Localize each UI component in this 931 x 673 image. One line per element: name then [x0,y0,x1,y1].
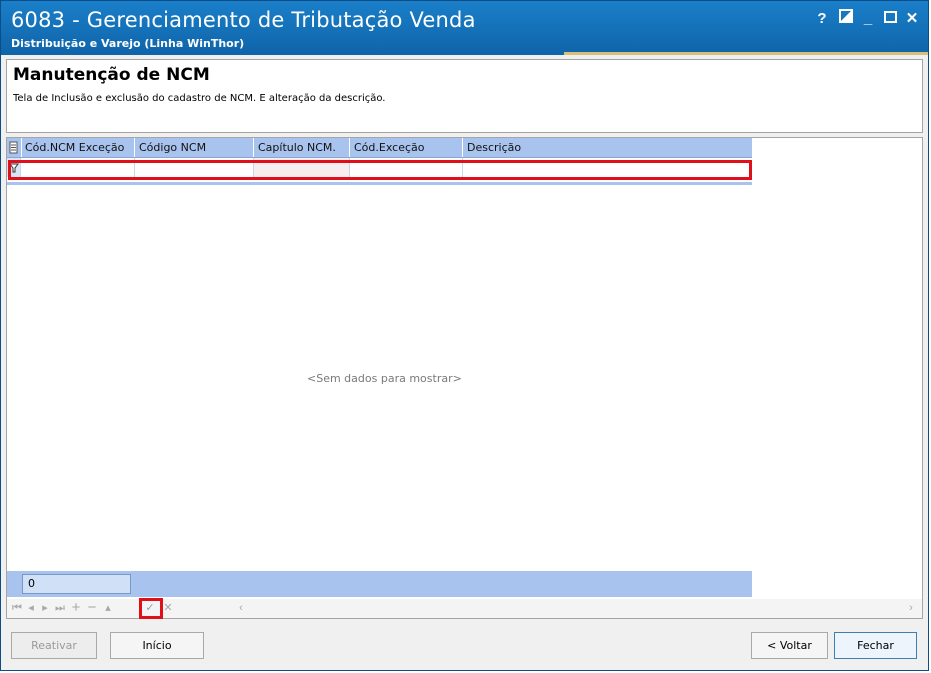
application-window: 6083 - Gerenciamento de Tributação Venda… [0,0,929,671]
column-header-codigo-ncm[interactable]: Código NCM [135,138,254,157]
page-title: Manutenção de NCM [13,65,210,85]
page-description: Tela de Inclusão e exclusão do cadastro … [13,93,386,104]
maximize-icon [883,11,897,23]
delete-record-icon[interactable]: − [85,600,99,616]
inicio-button[interactable]: Início [110,632,204,659]
restore-layout-button[interactable] [835,9,857,29]
first-record-icon[interactable]: ⏮ [11,600,23,616]
ncm-grid[interactable]: Cód.NCM Exceção Código NCM Capítulo NCM.… [6,137,923,619]
header-panel: Manutenção de NCM Tela de Inclusão e exc… [6,59,923,133]
empty-grid-message: <Sem dados para mostrar> [307,372,462,385]
last-record-icon[interactable]: ⏭ [53,600,67,616]
close-button[interactable]: ✕ [901,9,923,29]
column-header-cod-ncm-excecao[interactable]: Cód.NCM Exceção [21,138,135,157]
scroll-right-icon[interactable]: › [905,600,917,616]
column-header-cod-excecao[interactable]: Cód.Exceção [350,138,463,157]
voltar-button[interactable]: < Voltar [751,632,828,659]
cancel-edit-icon[interactable]: ✕ [161,600,175,616]
filter-row-highlight [8,160,752,180]
edit-record-icon[interactable]: ▴ [101,600,115,616]
window-title: 6083 - Gerenciamento de Tributação Venda [11,8,476,32]
maximize-button[interactable] [879,9,901,29]
post-edit-highlight [139,598,163,619]
column-header-capitulo-ncm[interactable]: Capítulo NCM. [254,138,350,157]
layout-icon [839,9,853,23]
title-bar: 6083 - Gerenciamento de Tributação Venda… [1,1,928,55]
scroll-left-icon[interactable]: ‹ [235,600,247,616]
insert-record-icon[interactable]: + [69,600,83,616]
previous-record-icon[interactable]: ◂ [25,600,37,616]
window-subtitle: Distribuição e Varejo (Linha WinThor) [11,37,245,50]
grid-footer: 0 [7,571,752,597]
grid-header: Cód.NCM Exceção Código NCM Capítulo NCM.… [7,138,752,158]
minimize-button[interactable]: _ [857,9,879,29]
grid-separator [7,182,752,185]
next-record-icon[interactable]: ▸ [39,600,51,616]
reativar-button[interactable]: Reativar [11,632,97,659]
title-accent-line [564,52,928,55]
help-button[interactable]: ? [811,9,833,29]
column-customize-icon[interactable] [7,138,22,157]
record-count: 0 [22,574,131,594]
fechar-button[interactable]: Fechar [834,632,917,659]
column-header-descricao[interactable]: Descrição [463,138,752,157]
